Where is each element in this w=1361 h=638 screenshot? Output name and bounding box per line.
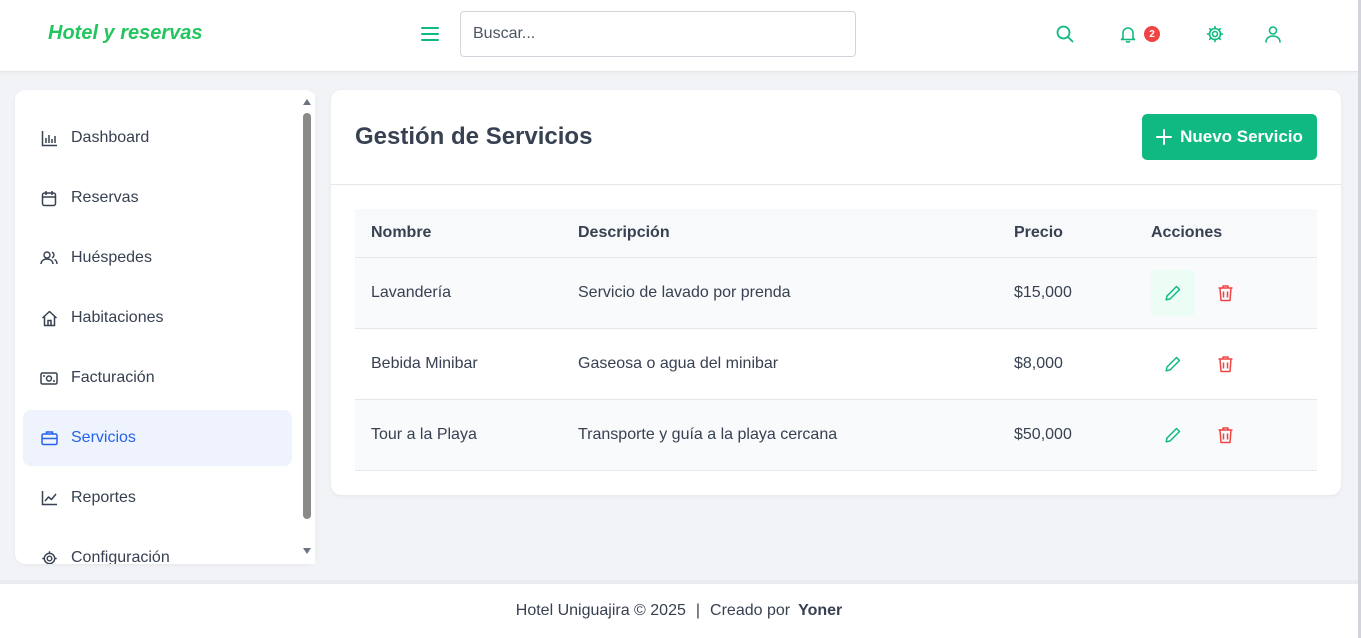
footer-author: Yoner — [798, 602, 843, 619]
column-header-acciones: Acciones — [1135, 209, 1317, 258]
cell-nombre: Tour a la Playa — [355, 399, 562, 471]
sidebar-item-configuracion[interactable]: Configuración — [23, 530, 292, 564]
column-header-descripcion: Descripción — [562, 209, 998, 258]
sidebar: Dashboard Reservas Huéspedes Habitacione… — [15, 90, 315, 564]
services-card: Gestión de Servicios Nuevo Servicio Nomb… — [331, 90, 1341, 495]
brand-title[interactable]: Hotel y reservas — [48, 22, 203, 45]
sidebar-item-reportes[interactable]: Reportes — [23, 470, 292, 526]
user-icon[interactable] — [1261, 22, 1285, 46]
page-title: Gestión de Servicios — [355, 123, 593, 150]
cell-acciones — [1135, 257, 1317, 329]
trash-icon — [1218, 284, 1232, 301]
trash-icon — [1218, 426, 1232, 443]
column-header-nombre: Nombre — [355, 209, 562, 258]
cell-precio: $15,000 — [998, 257, 1135, 329]
notification-badge: 2 — [1144, 26, 1160, 42]
footer: Hotel Uniguajira © 2025 | Creado por Yon… — [0, 580, 1358, 638]
sidebar-item-label: Habitaciones — [71, 309, 164, 326]
hamburger-menu-icon[interactable] — [418, 22, 442, 46]
delete-button[interactable] — [1203, 412, 1247, 458]
cell-nombre: Bebida Minibar — [355, 328, 562, 400]
delete-button[interactable] — [1203, 341, 1247, 387]
sidebar-scroll-thumb[interactable] — [303, 113, 311, 519]
sidebar-item-servicios[interactable]: Servicios — [23, 410, 292, 466]
trend-icon — [40, 489, 58, 507]
footer-copyright: Hotel Uniguajira © 2025 — [515, 602, 686, 619]
gear-icon[interactable] — [1203, 22, 1227, 46]
sidebar-item-label: Huéspedes — [71, 249, 152, 266]
pencil-icon — [1165, 356, 1181, 372]
delete-button[interactable] — [1203, 270, 1247, 316]
edit-button[interactable] — [1151, 341, 1195, 387]
services-table: Nombre Descripción Precio Acciones Lavan… — [355, 209, 1317, 471]
table-row: Tour a la Playa Transporte y guía a la p… — [355, 399, 1317, 471]
cell-nombre: Lavandería — [355, 257, 562, 329]
search-icon[interactable] — [1053, 22, 1077, 46]
bell-icon[interactable] — [1116, 22, 1140, 46]
cell-descripcion: Transporte y guía a la playa cercana — [562, 399, 998, 471]
footer-created-by: Creado por — [710, 602, 791, 619]
table-header-row: Nombre Descripción Precio Acciones — [355, 209, 1317, 258]
trash-icon — [1218, 355, 1232, 372]
scroll-up-arrow-icon[interactable] — [302, 98, 312, 106]
new-service-label: Nuevo Servicio — [1180, 127, 1303, 146]
sidebar-item-huespedes[interactable]: Huéspedes — [23, 230, 292, 286]
sidebar-item-label: Configuración — [71, 549, 170, 564]
pencil-icon — [1165, 427, 1181, 443]
footer-separator: | — [695, 602, 701, 619]
cell-acciones — [1135, 328, 1317, 400]
plus-icon — [1156, 129, 1173, 145]
sidebar-item-label: Servicios — [71, 429, 136, 446]
top-header: Hotel y reservas 2 — [0, 0, 1358, 72]
cell-descripcion: Servicio de lavado por prenda — [562, 257, 998, 329]
home-icon — [40, 309, 58, 327]
sidebar-item-reservas[interactable]: Reservas — [23, 170, 292, 226]
search-input[interactable] — [460, 11, 856, 57]
cell-descripcion: Gaseosa o agua del minibar — [562, 328, 998, 400]
pencil-icon — [1165, 285, 1181, 301]
edit-button[interactable] — [1151, 412, 1195, 458]
card-divider — [331, 184, 1341, 185]
edit-button[interactable] — [1151, 269, 1195, 316]
sidebar-item-label: Facturación — [71, 369, 155, 386]
chart-bar-icon — [40, 129, 58, 147]
gear-icon — [40, 549, 58, 564]
calendar-icon — [40, 189, 58, 207]
sidebar-item-label: Reservas — [71, 189, 139, 206]
new-service-button[interactable]: Nuevo Servicio — [1142, 114, 1317, 160]
sidebar-item-label: Dashboard — [71, 129, 150, 146]
cash-icon — [40, 369, 58, 387]
sidebar-item-facturacion[interactable]: Facturación — [23, 350, 292, 406]
users-icon — [40, 249, 58, 267]
sidebar-item-label: Reportes — [71, 489, 136, 506]
column-header-precio: Precio — [998, 209, 1135, 258]
cell-acciones — [1135, 399, 1317, 471]
cell-precio: $8,000 — [998, 328, 1135, 400]
scroll-down-arrow-icon[interactable] — [302, 547, 312, 555]
table-row: Bebida Minibar Gaseosa o agua del miniba… — [355, 328, 1317, 400]
table-row: Lavandería Servicio de lavado por prenda… — [355, 257, 1317, 329]
cell-precio: $50,000 — [998, 399, 1135, 471]
sidebar-item-dashboard[interactable]: Dashboard — [23, 110, 292, 166]
briefcase-icon — [40, 429, 58, 447]
sidebar-item-habitaciones[interactable]: Habitaciones — [23, 290, 292, 346]
